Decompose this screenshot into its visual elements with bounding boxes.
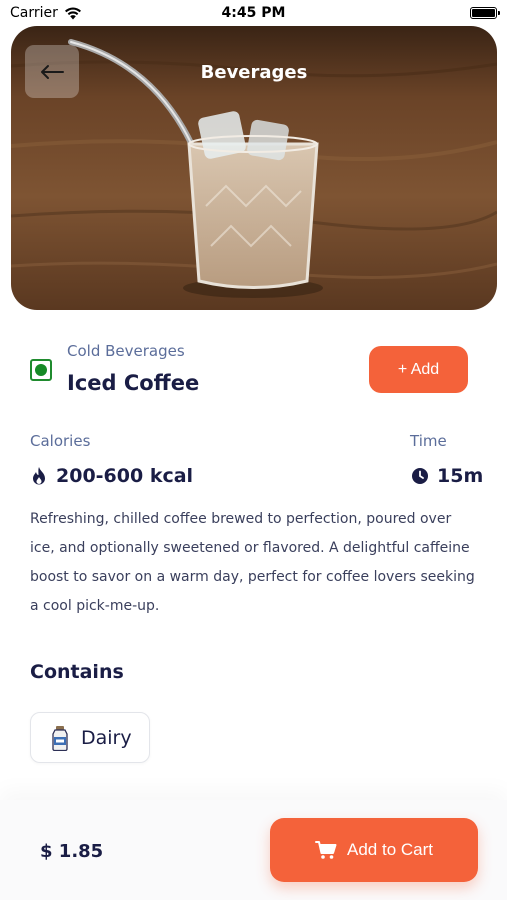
add-to-cart-label: Add to Cart (347, 840, 433, 859)
battery-icon (470, 7, 500, 19)
clock-icon (412, 468, 428, 484)
calories-value: 200-600 kcal (56, 465, 194, 487)
flame-icon (33, 467, 45, 485)
time-label: Time (410, 432, 447, 450)
price-label: $ 1.85 (40, 841, 104, 862)
calories-row: 200-600 kcal (30, 465, 193, 487)
cart-icon (315, 841, 337, 859)
add-to-cart-button[interactable]: Add to Cart (270, 818, 478, 882)
allergen-label: Dairy (81, 726, 132, 749)
milk-bottle-icon (52, 725, 68, 751)
allergen-chip-dairy: Dairy (30, 712, 150, 763)
status-time: 4:45 PM (221, 5, 286, 21)
item-category: Cold Beverages (67, 342, 185, 360)
veg-indicator-dot (35, 364, 47, 376)
page-title: Beverages (200, 62, 308, 83)
veg-indicator-icon (30, 359, 52, 381)
calories-label: Calories (30, 432, 91, 450)
time-row: 15m (411, 465, 483, 487)
status-bar: Carrier 4:45 PM (0, 0, 507, 26)
item-name: Iced Coffee (67, 371, 200, 395)
item-description: Refreshing, chilled coffee brewed to per… (30, 511, 475, 614)
time-value: 15m (437, 465, 484, 487)
add-button[interactable]: + Add (369, 346, 468, 393)
contains-title: Contains (30, 661, 124, 683)
